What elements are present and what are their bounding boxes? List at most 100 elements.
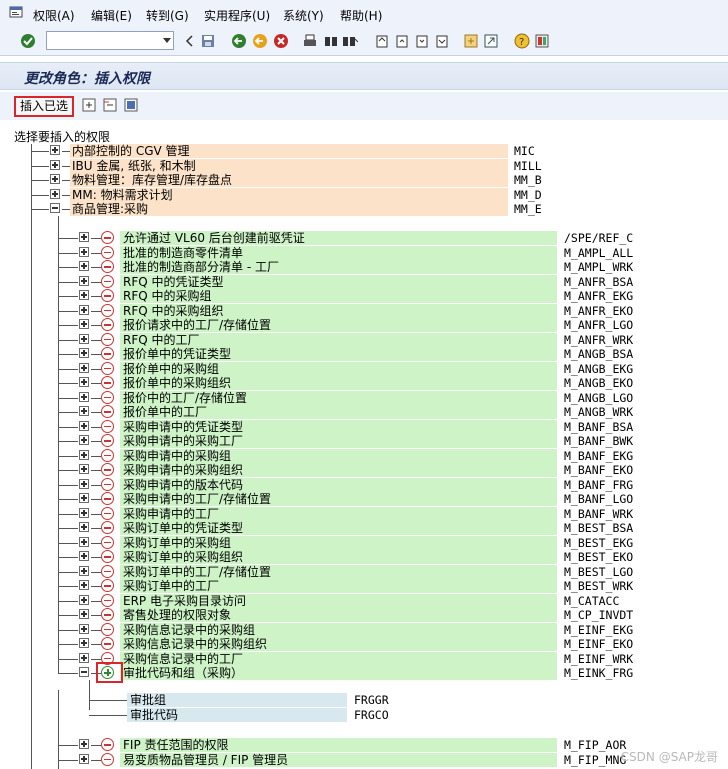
exit-icon[interactable] [252,33,268,49]
remove-authorization-icon[interactable] [101,260,114,273]
expand-node-icon[interactable] [79,406,89,416]
expand-node-icon[interactable] [79,304,89,315]
collapse-node-icon[interactable] [50,203,60,213]
expand-node-icon[interactable] [79,638,89,648]
collapse-subtree-icon[interactable] [103,98,117,112]
expand-node-icon[interactable] [79,551,89,561]
menu-item-system[interactable]: 系统(Y) [283,7,324,24]
expand-node-icon[interactable] [79,464,89,474]
next-page-icon[interactable] [414,33,430,49]
menu-item-edit[interactable]: 编辑(E) [91,7,132,24]
remove-authorization-icon[interactable] [101,419,114,433]
remove-authorization-icon[interactable] [101,390,114,404]
remove-authorization-icon[interactable] [101,347,114,360]
new-session-icon[interactable] [463,33,479,49]
expand-node-icon[interactable] [79,565,89,576]
expand-node-icon[interactable] [79,333,89,344]
expand-node-icon[interactable] [79,362,89,373]
sap-menu-icon[interactable] [9,5,23,19]
remove-authorization-icon[interactable] [101,564,114,578]
remove-authorization-icon[interactable] [101,579,114,592]
expand-node-icon[interactable] [79,420,89,431]
remove-authorization-icon[interactable] [101,622,114,636]
expand-node-icon[interactable] [79,580,89,590]
expand-node-icon[interactable] [79,391,89,402]
remove-authorization-icon[interactable] [101,231,114,244]
node-code: M_ANFR_EKG [564,289,634,303]
expand-node-icon[interactable] [79,493,89,503]
expand-node-icon[interactable] [79,449,89,460]
collapse-node-icon[interactable] [79,667,89,677]
remove-authorization-icon[interactable] [101,492,114,505]
menu-item-authorization[interactable]: 权限(A) [33,7,75,24]
remove-authorization-icon[interactable] [101,550,114,563]
enter-icon[interactable] [20,33,36,49]
menu-item-utilities[interactable]: 实用程序(U) [204,7,270,24]
expand-node-icon[interactable] [50,188,60,199]
remove-authorization-icon[interactable] [101,463,114,476]
last-page-icon[interactable] [434,33,450,49]
remove-authorization-icon[interactable] [101,332,114,346]
expand-node-icon[interactable] [79,478,89,489]
layout-icon[interactable] [534,33,550,49]
chevron-down-icon[interactable] [163,38,171,43]
cancel-icon[interactable] [273,33,289,49]
back-nav-icon[interactable] [182,33,198,49]
expand-node-icon[interactable] [50,145,60,155]
remove-authorization-icon[interactable] [101,318,114,331]
remove-authorization-icon[interactable] [101,608,114,621]
help-icon[interactable]: ? [514,33,530,49]
select-all-icon[interactable] [124,98,138,112]
expand-node-icon[interactable] [79,348,89,358]
expand-subtree-icon[interactable] [82,98,96,112]
expand-node-icon[interactable] [79,739,89,749]
expand-node-icon[interactable] [79,609,89,619]
expand-node-icon[interactable] [79,594,89,605]
expand-node-icon[interactable] [79,507,89,518]
expand-node-icon[interactable] [50,159,60,170]
remove-authorization-icon[interactable] [101,637,114,650]
remove-authorization-icon[interactable] [101,521,114,534]
remove-authorization-icon[interactable] [101,361,114,375]
prev-page-icon[interactable] [394,33,410,49]
remove-authorization-icon[interactable] [101,448,114,462]
expand-node-icon[interactable] [79,435,89,445]
expand-node-icon[interactable] [79,522,89,532]
menu-item-goto[interactable]: 转到(G) [146,7,189,24]
expand-node-icon[interactable] [79,652,89,663]
save-icon[interactable] [200,33,216,49]
expand-node-icon[interactable] [79,261,89,271]
remove-authorization-icon[interactable] [101,376,114,389]
expand-node-icon[interactable] [79,536,89,547]
expand-node-icon[interactable] [79,753,89,764]
remove-authorization-icon[interactable] [101,477,114,491]
remove-authorization-icon[interactable] [101,434,114,447]
expand-node-icon[interactable] [79,275,89,286]
remove-authorization-icon[interactable] [101,245,114,259]
expand-node-icon[interactable] [79,246,89,257]
remove-authorization-icon[interactable] [101,303,114,317]
remove-authorization-icon[interactable] [101,405,114,418]
find-next-icon[interactable] [342,33,358,49]
remove-authorization-icon[interactable] [101,274,114,288]
expand-node-icon[interactable] [50,174,60,184]
remove-authorization-icon[interactable] [101,289,114,302]
expand-node-icon[interactable] [79,623,89,634]
remove-authorization-icon[interactable] [101,535,114,549]
remove-authorization-icon[interactable] [101,752,114,766]
expand-node-icon[interactable] [79,232,89,242]
menu-item-help[interactable]: 帮助(H) [340,7,382,24]
remove-authorization-icon[interactable] [101,506,114,520]
shortcut-icon[interactable] [483,33,499,49]
expand-node-icon[interactable] [79,319,89,329]
insert-selected-button[interactable]: 插入已选 [14,96,74,117]
find-icon[interactable] [323,33,339,49]
remove-authorization-icon[interactable] [101,593,114,607]
first-page-icon[interactable] [374,33,390,49]
back-icon[interactable] [231,33,247,49]
command-field[interactable] [46,31,174,50]
remove-authorization-icon[interactable] [101,738,114,751]
print-icon[interactable] [302,33,318,49]
expand-node-icon[interactable] [79,290,89,300]
expand-node-icon[interactable] [79,377,89,387]
